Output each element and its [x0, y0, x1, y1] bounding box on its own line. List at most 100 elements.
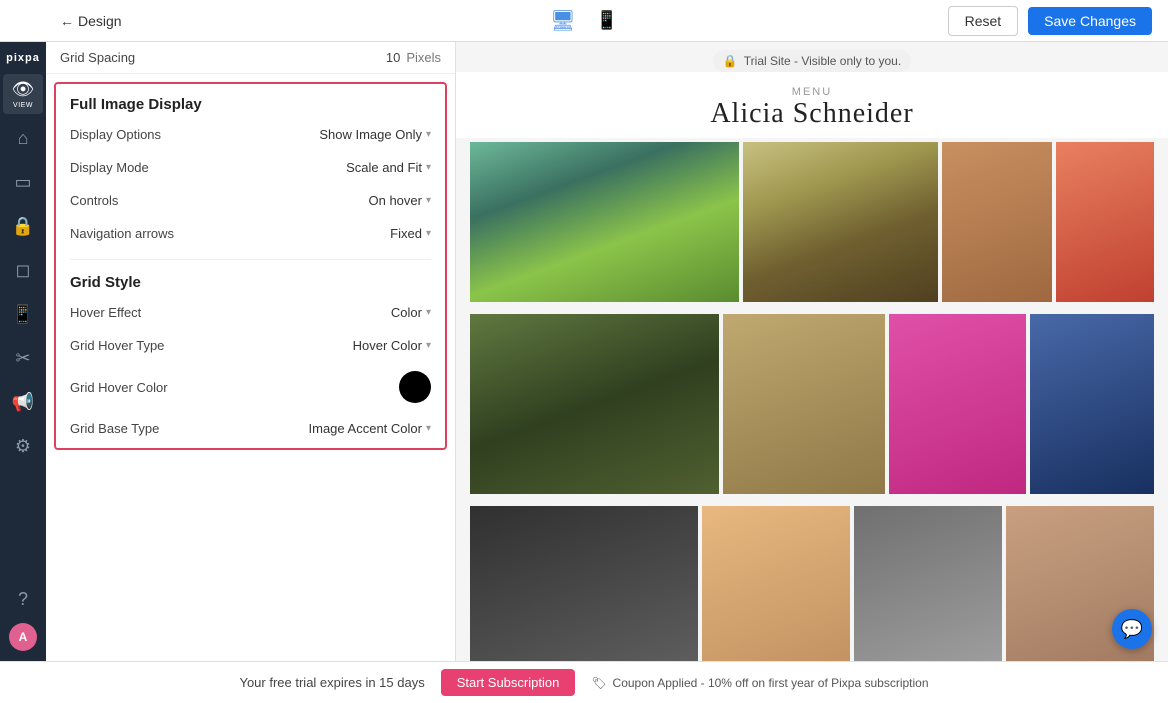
display-options-label: Display Options — [70, 127, 319, 142]
photo-item-3 — [942, 142, 1052, 302]
grid-spacing-row: Grid Spacing 10 Pixels — [46, 42, 455, 74]
canvas-area: 🔒 Trial Site - Visible only to you. MENU… — [456, 42, 1168, 661]
nav-arrows-value: Fixed — [390, 226, 422, 241]
photo-item-2 — [743, 142, 938, 302]
home-icon: ⌂ — [18, 128, 29, 149]
controls-value: On hover — [368, 193, 421, 208]
controls-label: Controls — [70, 193, 368, 208]
chat-bubble[interactable]: 💬 — [1112, 609, 1152, 649]
full-image-section: Full Image Display Display Options Show … — [54, 82, 447, 450]
nav-item-home[interactable]: ⌂ — [3, 118, 43, 158]
pages-icon: ▭ — [14, 172, 31, 193]
nav-item-settings[interactable]: ⚙ — [3, 426, 43, 466]
display-options-control[interactable]: Show Image Only ▾ — [319, 127, 431, 142]
site-title: Alicia Schneider — [456, 98, 1168, 130]
trial-badge-text: Trial Site - Visible only to you. — [744, 54, 901, 68]
grid-hover-type-label: Grid Hover Type — [70, 338, 353, 353]
display-mode-value: Scale and Fit — [346, 160, 422, 175]
topbar-left: ← Design — [60, 13, 122, 29]
coupon-text: 🏷 Coupon Applied - 10% off on first year… — [591, 676, 928, 690]
avatar[interactable]: A — [9, 623, 37, 651]
help-icon: ? — [18, 589, 28, 610]
marketing-icon: 📢 — [12, 392, 34, 413]
sidebar-nav: pixpa 👁 VIEW ⌂ ▭ 🔒 ◻ 📱 ✂ 📢 ⚙ ? — [0, 42, 46, 661]
store-icon: ◻ — [16, 260, 31, 281]
trial-bar: Your free trial expires in 15 days Start… — [0, 661, 1168, 703]
photo-item-7 — [889, 314, 1026, 494]
photo-grid-row2 — [456, 310, 1168, 498]
mobile-icon[interactable]: 📱 — [595, 10, 617, 31]
hover-effect-label: Hover Effect — [70, 305, 391, 320]
subscribe-button[interactable]: Start Subscription — [441, 669, 576, 696]
nav-arrows-arrow: ▾ — [426, 228, 431, 239]
nav-item-pages[interactable]: ▭ — [3, 162, 43, 202]
grid-base-type-label: Grid Base Type — [70, 421, 309, 436]
nav-item-marketing[interactable]: 📢 — [3, 382, 43, 422]
nav-label-view: VIEW — [13, 102, 33, 109]
display-options-row: Display Options Show Image Only ▾ — [70, 127, 431, 142]
photo-item-1 — [470, 142, 739, 302]
controls-control[interactable]: On hover ▾ — [368, 193, 431, 208]
photo-item-11 — [854, 506, 1002, 661]
lock-icon: 🔒 — [12, 216, 34, 237]
hover-effect-arrow: ▾ — [426, 307, 431, 318]
design-icon: ✂ — [15, 348, 30, 369]
grid-base-type-control[interactable]: Image Accent Color ▾ — [309, 421, 431, 436]
photo-item-4 — [1056, 142, 1154, 302]
settings-icon: ⚙ — [15, 436, 31, 457]
grid-base-type-arrow: ▾ — [426, 423, 431, 434]
display-options-value: Show Image Only — [319, 127, 422, 142]
grid-spacing-unit: Pixels — [406, 50, 441, 65]
back-label: Design — [78, 13, 122, 29]
nav-item-view[interactable]: 👁 VIEW — [3, 74, 43, 114]
nav-item-design[interactable]: ✂ — [3, 338, 43, 378]
photo-item-5 — [470, 314, 719, 494]
back-button[interactable]: ← Design — [60, 13, 122, 29]
topbar: ← Design 🖥 📱 Reset Save Changes — [0, 0, 1168, 42]
hover-effect-row: Hover Effect Color ▾ — [70, 305, 431, 320]
nav-item-mobile[interactable]: 📱 — [3, 294, 43, 334]
section-divider — [70, 259, 431, 260]
grid-hover-type-value: Hover Color — [353, 338, 422, 353]
grid-hover-color-swatch[interactable] — [399, 371, 431, 403]
grid-hover-type-arrow: ▾ — [426, 340, 431, 351]
hover-effect-value: Color — [391, 305, 422, 320]
nav-item-lock[interactable]: 🔒 — [3, 206, 43, 246]
nav-arrows-row: Navigation arrows Fixed ▾ — [70, 226, 431, 241]
controls-row: Controls On hover ▾ — [70, 193, 431, 208]
photo-grid-row3 — [456, 502, 1168, 661]
display-mode-row: Display Mode Scale and Fit ▾ — [70, 160, 431, 175]
grid-base-type-row: Grid Base Type Image Accent Color ▾ — [70, 421, 431, 436]
grid-spacing-label: Grid Spacing — [60, 50, 386, 65]
photo-grid-row1 — [456, 138, 1168, 306]
chat-icon: 💬 — [1121, 619, 1143, 640]
display-mode-arrow: ▾ — [426, 162, 431, 173]
save-button[interactable]: Save Changes — [1028, 7, 1152, 35]
nav-arrows-control[interactable]: Fixed ▾ — [390, 226, 431, 241]
grid-hover-color-row: Grid Hover Color — [70, 371, 431, 403]
nav-arrows-label: Navigation arrows — [70, 226, 390, 241]
view-icon: 👁 — [12, 79, 35, 100]
grid-hover-type-control[interactable]: Hover Color ▾ — [353, 338, 431, 353]
reset-button[interactable]: Reset — [948, 6, 1019, 36]
photo-item-6 — [723, 314, 885, 494]
desktop-icon[interactable]: 🖥 — [550, 8, 575, 33]
full-image-title: Full Image Display — [70, 96, 431, 113]
logo: pixpa — [6, 52, 40, 64]
display-mode-control[interactable]: Scale and Fit ▾ — [346, 160, 431, 175]
coupon-icon: 🏷 — [591, 676, 606, 690]
controls-arrow: ▾ — [426, 195, 431, 206]
grid-spacing-value: 10 — [386, 50, 400, 65]
grid-hover-type-row: Grid Hover Type Hover Color ▾ — [70, 338, 431, 353]
site-header: MENU Alicia Schneider — [456, 72, 1168, 138]
trial-badge: 🔒 Trial Site - Visible only to you. — [713, 50, 911, 72]
nav-item-help[interactable]: ? — [3, 579, 43, 619]
photo-item-8 — [1030, 314, 1154, 494]
mobile-nav-icon: 📱 — [12, 304, 34, 325]
grid-hover-color-label: Grid Hover Color — [70, 380, 399, 395]
nav-item-store[interactable]: ◻ — [3, 250, 43, 290]
photo-item-9 — [470, 506, 698, 661]
menu-label: MENU — [456, 86, 1168, 98]
coupon-label: Coupon Applied - 10% off on first year o… — [613, 676, 929, 690]
hover-effect-control[interactable]: Color ▾ — [391, 305, 431, 320]
